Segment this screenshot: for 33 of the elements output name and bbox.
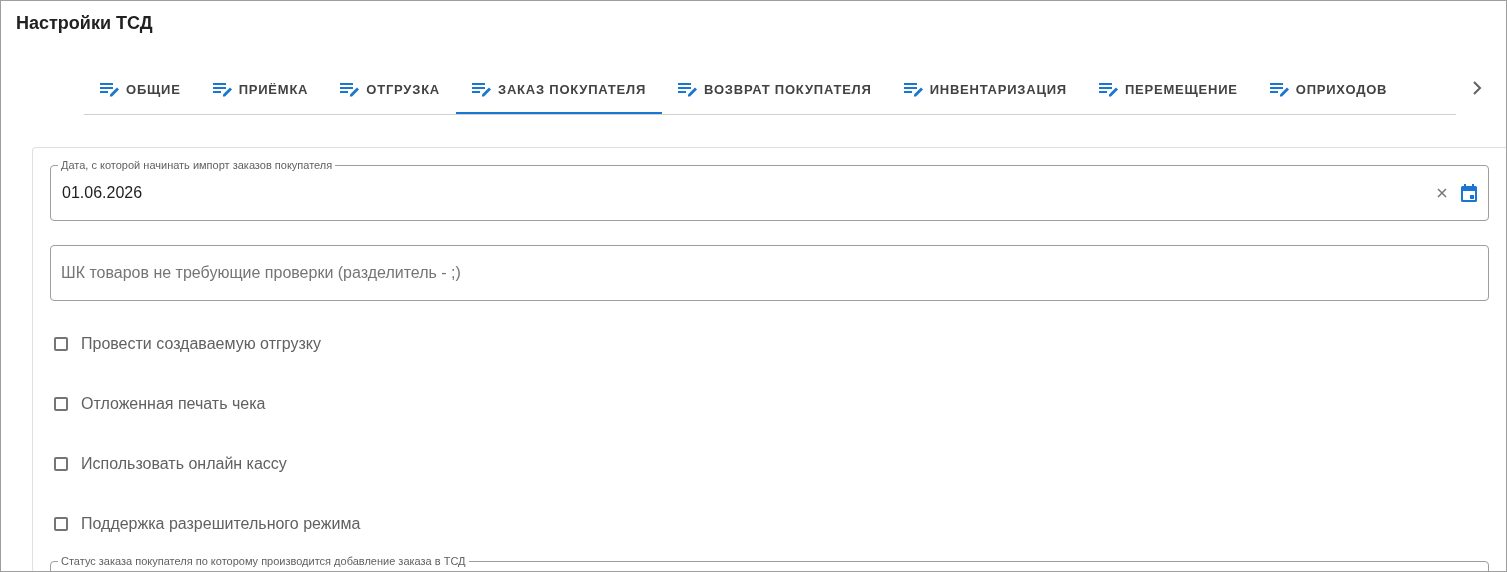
chevron-right-icon[interactable] [1472, 81, 1482, 95]
checkbox[interactable] [54, 337, 68, 351]
field-label: Дата, с которой начинать импорт заказов покупателя [58, 158, 336, 172]
checkbox[interactable] [54, 517, 68, 531]
checkbox[interactable] [54, 457, 68, 471]
checkbox-label: Провести создаваемую отгрузку [81, 334, 322, 354]
checkbox-label: Поддержка разрешительного режима [81, 514, 361, 534]
edit-list-icon [1269, 82, 1290, 97]
window-title: Настройки ТСД [16, 12, 153, 35]
barcode-input[interactable]: ШК товаров не требующие проверки (разделитель - ;) [61, 261, 1478, 285]
barcode-field[interactable]: ШК товаров не требующие проверки (разделитель - ;) [50, 245, 1489, 301]
field-label: Статус заказа покупателя по которому производится добавление заказа в ТСД [58, 554, 469, 568]
edit-list-icon [212, 82, 233, 97]
tab[interactable]: ЗАКАЗ ПОКУПАТЕЛЯ [456, 67, 663, 114]
calendar-icon[interactable] [1461, 184, 1477, 202]
edit-list-icon [678, 82, 699, 97]
edit-list-icon [340, 82, 361, 97]
checkbox[interactable] [54, 397, 68, 411]
checkbox-label: Отложенная печать чека [81, 394, 266, 414]
edit-list-icon [1098, 82, 1119, 97]
tab[interactable]: ОБЩИЕ [84, 67, 197, 114]
clear-icon[interactable] [1437, 188, 1447, 198]
edit-list-icon [100, 82, 120, 97]
tab[interactable]: ОТГРУЗКА [324, 67, 456, 114]
tab[interactable]: ОПРИХОДОВ [1253, 67, 1404, 114]
tab[interactable]: ПРИЁМКА [196, 67, 325, 114]
tab[interactable]: ПЕРЕМЕЩЕНИЕ [1082, 67, 1254, 114]
tab[interactable]: ВОЗВРАТ ПОКУПАТЕЛЯ [662, 67, 888, 114]
edit-list-icon [903, 82, 924, 97]
date-value: 01.06.2026 [62, 183, 143, 203]
tab[interactable]: ИНВЕНТАРИЗАЦИЯ [887, 67, 1083, 114]
edit-list-icon [472, 82, 492, 97]
checkbox-label: Использовать онлайн кассу [81, 454, 287, 474]
